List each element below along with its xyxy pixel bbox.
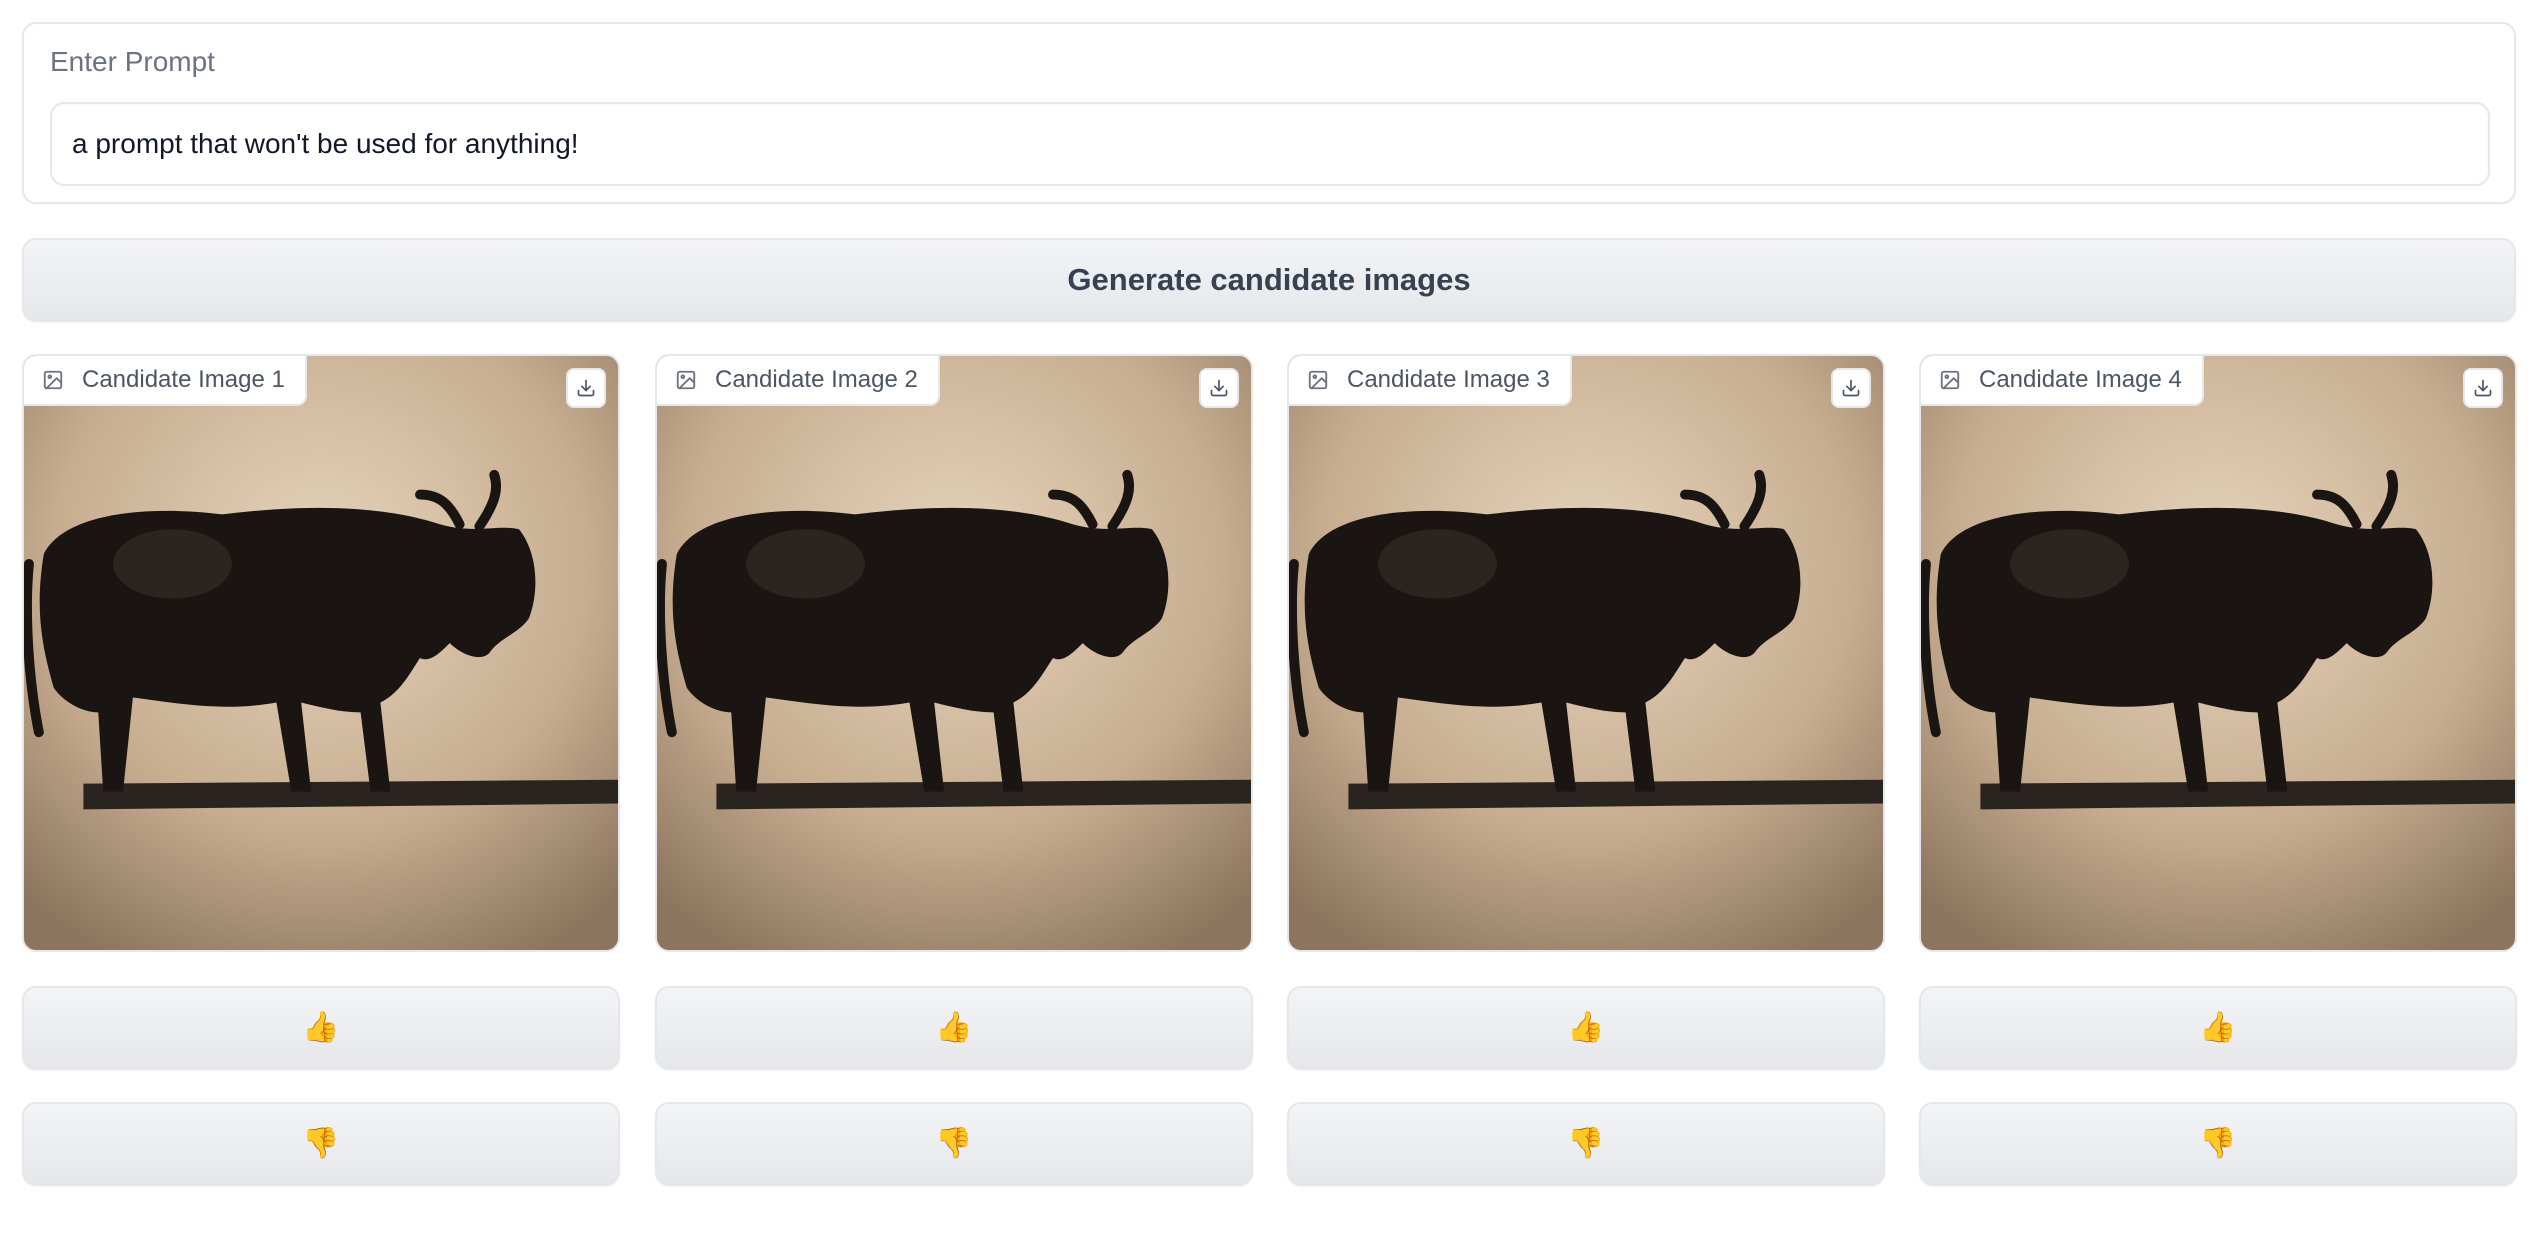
download-icon	[577, 379, 595, 397]
candidate-image-card: Candidate Image 1	[22, 354, 620, 952]
candidate-image-label: Candidate Image 1	[24, 356, 307, 406]
download-icon	[1842, 379, 1860, 397]
candidate-image-card: Candidate Image 3	[1287, 354, 1885, 952]
candidate-image-card: Candidate Image 2	[655, 354, 1253, 952]
thumbs-up-button[interactable]: 👍	[1287, 986, 1885, 1070]
prompt-label: Enter Prompt	[50, 46, 215, 77]
candidate-image-label-text: Candidate Image 4	[1979, 366, 2182, 393]
candidate-image-label-text: Candidate Image 1	[82, 366, 285, 393]
thumbs-down-button[interactable]: 👎	[22, 1102, 620, 1186]
candidate-image	[1289, 356, 1883, 950]
prompt-input[interactable]	[50, 102, 2490, 186]
image-icon	[1308, 370, 1328, 390]
candidate-image-card: Candidate Image 4	[1919, 354, 2517, 952]
download-button[interactable]	[566, 368, 606, 408]
download-button[interactable]	[1831, 368, 1871, 408]
thumbs-up-button[interactable]: 👍	[655, 986, 1253, 1070]
download-button[interactable]	[1199, 368, 1239, 408]
candidate-column-3: Candidate Image 3 👍 👎	[1287, 354, 1885, 1186]
candidate-image-label-text: Candidate Image 3	[1347, 366, 1550, 393]
image-icon	[43, 370, 63, 390]
image-icon	[1940, 370, 1960, 390]
download-button[interactable]	[2463, 368, 2503, 408]
candidate-column-4: Candidate Image 4 👍 👎	[1919, 354, 2517, 1186]
candidate-image-label: Candidate Image 3	[1289, 356, 1572, 406]
download-icon	[2474, 379, 2492, 397]
thumbs-down-button[interactable]: 👎	[655, 1102, 1253, 1186]
thumbs-up-button[interactable]: 👍	[22, 986, 620, 1070]
prompt-block: Enter Prompt	[22, 22, 2516, 204]
thumbs-down-button[interactable]: 👎	[1919, 1102, 2517, 1186]
candidate-column-1: Candidate Image 1 👍 👎	[22, 354, 620, 1186]
app-root: Enter Prompt Generate candidate images C…	[0, 0, 2536, 1234]
candidate-column-2: Candidate Image 2 👍 👎	[655, 354, 1253, 1186]
candidate-image	[1921, 356, 2515, 950]
download-icon	[1210, 379, 1228, 397]
thumbs-up-button[interactable]: 👍	[1919, 986, 2517, 1070]
candidate-image-label: Candidate Image 2	[657, 356, 940, 406]
generate-candidate-images-button[interactable]: Generate candidate images	[22, 238, 2516, 322]
image-icon	[676, 370, 696, 390]
candidate-image-label-text: Candidate Image 2	[715, 366, 918, 393]
candidate-image	[24, 356, 618, 950]
candidate-image-label: Candidate Image 4	[1921, 356, 2204, 406]
thumbs-down-button[interactable]: 👎	[1287, 1102, 1885, 1186]
candidate-image	[657, 356, 1251, 950]
